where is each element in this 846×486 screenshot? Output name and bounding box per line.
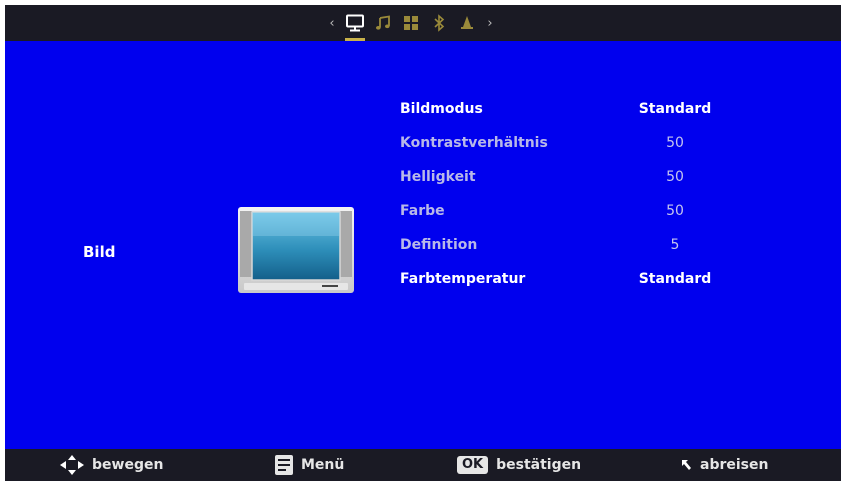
hint-move: bewegen [60,449,163,481]
menu-icon [275,455,293,475]
grid-icon [404,16,418,30]
music-note-icon [376,15,390,30]
setting-row-brightness: Helligkeit 50 [400,163,740,197]
hint-confirm: OK bestätigen [457,449,581,481]
setting-label: Farbtemperatur [400,271,526,287]
dpad-icon [60,455,84,475]
setting-label: Bildmodus [400,101,483,117]
setting-row-contrast: Kontrastverhältnis 50 [400,129,740,163]
setting-value: 50 [666,203,684,219]
back-arrow-icon [680,459,692,471]
setting-value: 50 [666,135,684,151]
section-title: Bild [83,243,116,261]
ok-key-icon: OK [457,456,489,474]
hint-back-label: abreisen [700,457,769,473]
hint-confirm-label: bestätigen [496,457,582,473]
hint-menu-label: Menü [301,457,345,473]
setting-row-color-temperature[interactable]: Farbtemperatur Standard [400,265,740,299]
category-tabs: ‹ › [323,5,499,41]
key-hint-bar: bewegen Menü OK bestätigen abreisen [5,449,841,481]
tab-bluetooth[interactable] [425,5,453,41]
setting-row-color: Farbe 50 [400,197,740,231]
scroll-left-arrow[interactable]: ‹ [323,16,341,31]
setting-value: Standard [638,101,712,117]
hint-menu: Menü [275,449,344,481]
setting-label: Kontrastverhältnis [400,135,548,151]
setting-value: 5 [670,237,680,253]
setting-label: Helligkeit [400,169,476,185]
hint-move-label: bewegen [92,457,164,473]
hint-back: abreisen [680,449,768,481]
setting-label: Farbe [400,203,445,219]
scroll-right-arrow[interactable]: › [481,16,499,31]
picture-settings-list: Bildmodus Standard Kontrastverhältnis 50… [400,95,740,299]
tv-screen: ‹ › Bild Bildmodus Standard Kontrastverh… [5,5,841,481]
tab-sound[interactable] [369,5,397,41]
tab-picture[interactable] [341,5,369,41]
setting-label: Definition [400,237,478,253]
tab-apps[interactable] [397,5,425,41]
tv-illustration-icon [238,207,354,293]
setting-row-definition: Definition 5 [400,231,740,265]
bell-icon [461,16,473,29]
monitor-icon [346,14,364,32]
tab-notifications[interactable] [453,5,481,41]
top-category-bar: ‹ › [5,5,841,41]
setting-row-picture-mode[interactable]: Bildmodus Standard [400,95,740,129]
setting-value: 50 [666,169,684,185]
setting-value: Standard [638,271,712,287]
bluetooth-icon [434,14,445,32]
